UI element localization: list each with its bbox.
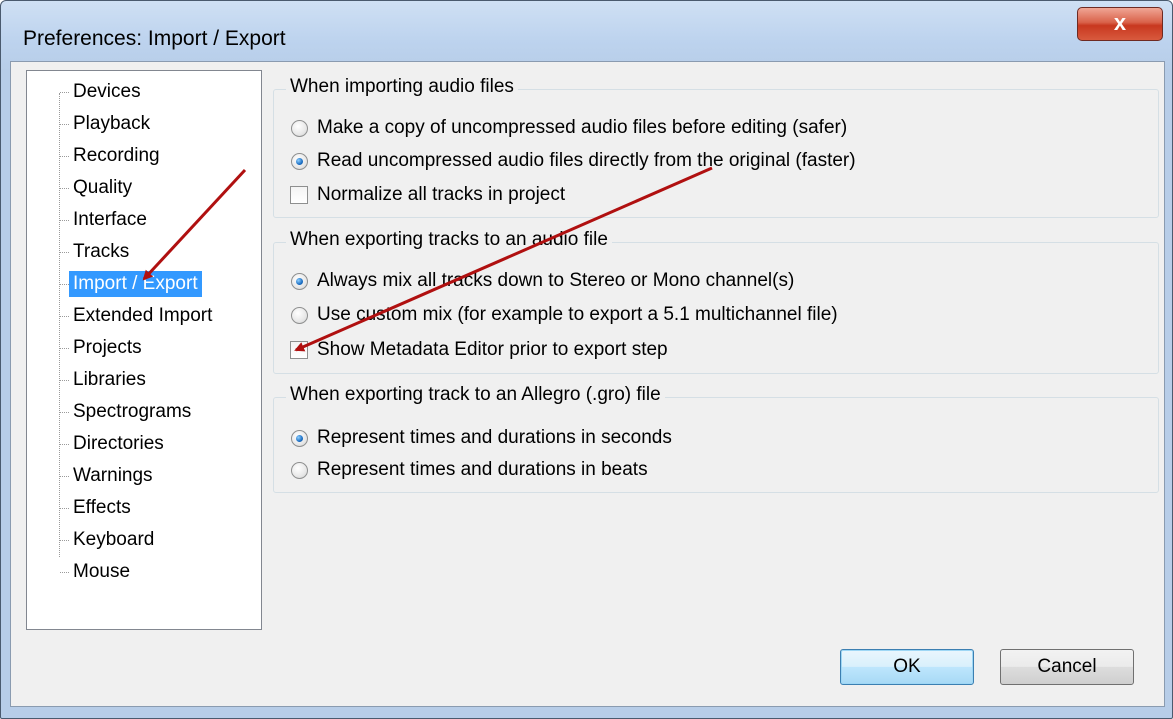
tree-item-libraries[interactable]: Libraries bbox=[69, 367, 150, 393]
tree-connector bbox=[60, 188, 69, 189]
tree-item-spectrograms[interactable]: Spectrograms bbox=[69, 399, 195, 425]
tree-connector-line bbox=[59, 93, 60, 557]
tree-item-quality[interactable]: Quality bbox=[69, 175, 136, 201]
tree-item-extended-import[interactable]: Extended Import bbox=[69, 303, 216, 329]
copy-files-radio[interactable] bbox=[291, 120, 308, 137]
cancel-button[interactable]: Cancel bbox=[1000, 649, 1134, 685]
copy-files-label[interactable]: Make a copy of uncompressed audio files … bbox=[317, 116, 847, 140]
tree-connector bbox=[60, 124, 69, 125]
tree-connector bbox=[60, 92, 69, 93]
allegro-options-group: When exporting track to an Allegro (.gro… bbox=[273, 384, 1159, 493]
tree-connector bbox=[60, 220, 69, 221]
times-in-seconds-radio[interactable] bbox=[291, 430, 308, 447]
tree-item-interface[interactable]: Interface bbox=[69, 207, 151, 233]
tree-connector bbox=[60, 572, 69, 573]
tree-connector bbox=[60, 380, 69, 381]
times-in-beats-label[interactable]: Represent times and durations in beats bbox=[317, 458, 648, 482]
mix-down-radio[interactable] bbox=[291, 273, 308, 290]
mix-down-label[interactable]: Always mix all tracks down to Stereo or … bbox=[317, 269, 794, 293]
tree-connector bbox=[60, 156, 69, 157]
tree-connector bbox=[60, 284, 69, 285]
times-in-seconds-label[interactable]: Represent times and durations in seconds bbox=[317, 426, 672, 450]
export-group-label: When exporting tracks to an audio file bbox=[286, 229, 612, 251]
window-title: Preferences: Import / Export bbox=[23, 27, 286, 50]
read-directly-label[interactable]: Read uncompressed audio files directly f… bbox=[317, 149, 856, 173]
tree-connector bbox=[60, 252, 69, 253]
tree-item-recording[interactable]: Recording bbox=[69, 143, 164, 169]
tree-connector bbox=[60, 348, 69, 349]
dialog-client-area: Devices Playback Recording Quality Inter… bbox=[10, 61, 1165, 707]
close-button[interactable]: x bbox=[1077, 7, 1163, 41]
import-options-group: When importing audio files Make a copy o… bbox=[273, 76, 1159, 218]
read-directly-radio[interactable] bbox=[291, 153, 308, 170]
preferences-category-tree[interactable]: Devices Playback Recording Quality Inter… bbox=[26, 70, 262, 630]
times-in-beats-radio[interactable] bbox=[291, 462, 308, 479]
tree-item-devices[interactable]: Devices bbox=[69, 79, 145, 105]
close-icon: x bbox=[1113, 10, 1127, 35]
export-options-group: When exporting tracks to an audio file A… bbox=[273, 229, 1159, 374]
title-bar[interactable]: Preferences: Import / Export x bbox=[1, 1, 1172, 61]
tree-connector bbox=[60, 508, 69, 509]
custom-mix-radio[interactable] bbox=[291, 307, 308, 324]
ok-button[interactable]: OK bbox=[840, 649, 974, 685]
tree-item-playback[interactable]: Playback bbox=[69, 111, 154, 137]
show-metadata-editor-checkbox[interactable] bbox=[290, 341, 308, 359]
normalize-tracks-label[interactable]: Normalize all tracks in project bbox=[317, 183, 565, 207]
tree-item-effects[interactable]: Effects bbox=[69, 495, 135, 521]
import-group-label: When importing audio files bbox=[286, 76, 518, 98]
tree-connector bbox=[60, 444, 69, 445]
tree-item-mouse[interactable]: Mouse bbox=[69, 559, 134, 585]
tree-connector bbox=[60, 540, 69, 541]
tree-item-projects[interactable]: Projects bbox=[69, 335, 146, 361]
allegro-group-label: When exporting track to an Allegro (.gro… bbox=[286, 384, 665, 406]
show-metadata-editor-label[interactable]: Show Metadata Editor prior to export ste… bbox=[317, 338, 668, 362]
tree-connector bbox=[60, 316, 69, 317]
preferences-window: Preferences: Import / Export x Devices P… bbox=[0, 0, 1173, 719]
tree-item-directories[interactable]: Directories bbox=[69, 431, 168, 457]
normalize-tracks-checkbox[interactable] bbox=[290, 186, 308, 204]
tree-connector bbox=[60, 412, 69, 413]
tree-item-warnings[interactable]: Warnings bbox=[69, 463, 157, 489]
tree-connector bbox=[60, 476, 69, 477]
custom-mix-label[interactable]: Use custom mix (for example to export a … bbox=[317, 303, 838, 327]
tree-item-keyboard[interactable]: Keyboard bbox=[69, 527, 158, 553]
tree-item-tracks[interactable]: Tracks bbox=[69, 239, 133, 265]
tree-item-import-export[interactable]: Import / Export bbox=[69, 271, 202, 297]
